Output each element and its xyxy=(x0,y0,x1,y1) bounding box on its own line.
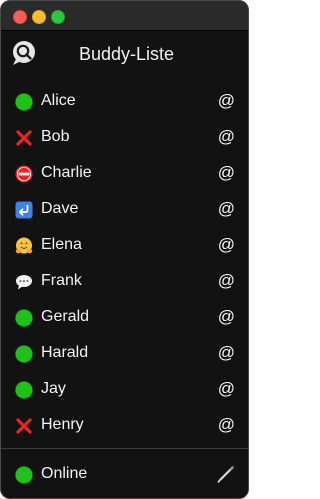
minimize-window-button[interactable] xyxy=(32,10,46,24)
online-dot-icon xyxy=(15,93,33,111)
buddy-name: Charlie xyxy=(41,164,92,181)
send-message-icon[interactable]: @ xyxy=(218,379,235,399)
buddy-name: Gerald xyxy=(41,308,90,325)
buddy-row[interactable]: Alice @ xyxy=(1,84,248,120)
buddy-row[interactable]: Charlie @ xyxy=(1,156,248,192)
buddy-row[interactable]: Elena @ xyxy=(1,228,248,264)
send-message-icon[interactable]: @ xyxy=(218,163,235,183)
red-cross-icon xyxy=(16,130,32,146)
buddy-name: Henry xyxy=(41,416,84,433)
return-arrow-icon xyxy=(15,201,33,219)
title-bar[interactable] xyxy=(1,1,248,31)
send-message-icon[interactable]: @ xyxy=(218,307,235,327)
buddy-name: Jay xyxy=(41,380,66,397)
buddy-name: Bob xyxy=(41,128,70,145)
send-message-icon[interactable]: @ xyxy=(218,343,235,363)
no-entry-icon xyxy=(15,165,33,183)
buddy-name: Elena xyxy=(41,236,82,253)
buddy-row[interactable]: Gerald @ xyxy=(1,300,248,336)
send-message-icon[interactable]: @ xyxy=(218,271,235,291)
online-dot-icon xyxy=(15,466,33,484)
online-dot-icon xyxy=(15,309,33,327)
online-dot-icon xyxy=(15,345,33,363)
close-window-button[interactable] xyxy=(13,10,27,24)
buddy-row[interactable]: Frank @ xyxy=(1,264,248,300)
own-status-bar[interactable]: Online xyxy=(1,457,248,493)
red-cross-icon xyxy=(16,418,32,434)
pen-icon[interactable] xyxy=(215,465,235,485)
buddy-name: Alice xyxy=(41,92,76,109)
buddy-list-window: Buddy-Liste Alice @ Bob @ Charlie @ Dave @ Elena… xyxy=(0,0,249,499)
send-message-icon[interactable]: @ xyxy=(218,91,235,111)
buddy-row[interactable]: Jay @ xyxy=(1,372,248,408)
send-message-icon[interactable]: @ xyxy=(218,199,235,219)
send-message-icon[interactable]: @ xyxy=(218,235,235,255)
send-message-icon[interactable]: @ xyxy=(218,415,235,435)
zoom-window-button[interactable] xyxy=(51,10,65,24)
header: Buddy-Liste xyxy=(1,31,248,76)
page-title: Buddy-Liste xyxy=(78,44,175,64)
buddy-row[interactable]: Henry @ xyxy=(1,408,248,444)
buddy-row[interactable]: Bob @ xyxy=(1,120,248,156)
buddy-name: Frank xyxy=(41,272,82,289)
buddy-name: Dave xyxy=(41,200,79,217)
divider xyxy=(1,448,248,449)
own-status-label[interactable]: Online xyxy=(41,465,87,483)
buddy-list: Alice @ Bob @ Charlie @ Dave @ Elena @ Frank @ Geral… xyxy=(1,84,248,444)
buddy-name: Harald xyxy=(41,344,89,361)
hugging-face-icon xyxy=(15,237,33,254)
speech-bubble-icon xyxy=(16,275,32,290)
online-dot-icon xyxy=(15,381,33,399)
buddy-row[interactable]: Dave @ xyxy=(1,192,248,228)
send-message-icon[interactable]: @ xyxy=(218,127,235,147)
buddy-row[interactable]: Harald @ xyxy=(1,336,248,372)
